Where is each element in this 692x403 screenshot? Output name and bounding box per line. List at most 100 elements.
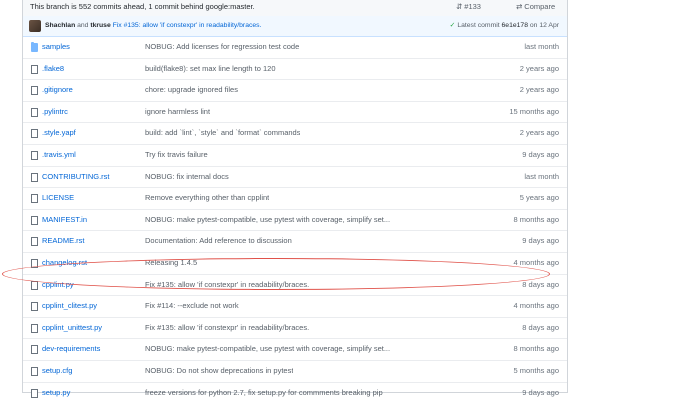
commit-message-link[interactable]: Fix #114: --exclude not work (145, 296, 239, 316)
pull-request-icon: ⇵ (456, 2, 462, 11)
file-icon (31, 281, 38, 290)
commit-age: last month (524, 167, 559, 187)
repo-file-browser: This branch is 552 commits ahead, 1 comm… (22, 0, 568, 393)
file-row[interactable]: changelog.rst Releasing 1.4.5 4 months ago (23, 252, 567, 274)
latest-commit-bar: Shachlan and tkruse Fix #135: allow 'if … (23, 16, 567, 37)
commit-age: 9 days ago (522, 231, 559, 251)
file-row[interactable]: setup.py freeze versions for python 2.7, … (23, 382, 567, 403)
file-name-link[interactable]: cpplint_unittest.py (42, 318, 102, 338)
file-row[interactable]: .pylintrc ignore harmless lint 15 months a… (23, 101, 567, 123)
commit-age: 8 days ago (522, 275, 559, 295)
avatar[interactable] (29, 20, 41, 32)
file-name-link[interactable]: samples (42, 37, 70, 57)
file-name-link[interactable]: LICENSE (42, 188, 74, 208)
commit-age: 8 days ago (522, 318, 559, 338)
file-row[interactable]: .travis.yml Try fix travis failure 9 days … (23, 144, 567, 166)
file-name-link[interactable]: .travis.yml (42, 145, 76, 165)
file-row[interactable]: LICENSE Remove everything other than cppl… (23, 187, 567, 209)
compare-icon: ⇄ (516, 2, 522, 11)
file-name-link[interactable]: .gitignore (42, 80, 73, 100)
commit-message-link[interactable]: NOBUG: make pytest-compatible, use pytes… (145, 210, 390, 230)
file-name-link[interactable]: .flake8 (42, 59, 64, 79)
file-row[interactable]: .gitignorechore: upgrade ignored files2 … (23, 79, 567, 101)
file-icon (31, 108, 38, 117)
commit-message-link[interactable]: Documentation: Add reference to discussi… (145, 231, 292, 251)
commit-message-link[interactable]: ignore harmless lint (145, 102, 210, 122)
file-row[interactable]: setup.cfg NOBUG: Do not show deprecations… (23, 360, 567, 382)
latest-commit-info: ✓Latest commit 6e1e178 on 12 Apr (450, 16, 559, 36)
file-row[interactable]: MANIFEST.in NOBUG: make pytest-compatible… (23, 209, 567, 231)
file-row[interactable]: .flake8 build(flake8): set max line lengt… (23, 58, 567, 80)
folder-icon (31, 43, 38, 52)
commit-age: 15 months ago (509, 102, 559, 122)
file-icon (31, 173, 38, 182)
commit-age: 2 years ago (520, 59, 559, 79)
commit-message-link[interactable]: NOBUG: Do not show deprecations in pytes… (145, 361, 293, 381)
file-row[interactable]: cpplint_unittest.py Fix #135: allow 'if c… (23, 317, 567, 339)
file-name-link[interactable]: setup.py (42, 383, 70, 403)
file-row[interactable]: CONTRIBUTING.rst NOBUG: fix internal docs… (23, 166, 567, 188)
file-row[interactable]: cpplint.py Fix #135: allow 'if constexpr'… (23, 274, 567, 296)
commit-age: 2 years ago (520, 123, 559, 143)
check-icon: ✓ (450, 22, 456, 29)
file-icon (31, 259, 38, 268)
file-icon (31, 194, 38, 203)
commit-message-link[interactable]: Fix #135: allow 'if constexpr' in readab… (113, 22, 262, 29)
commit-age: 5 years ago (520, 188, 559, 208)
commit-message-link[interactable]: build: add `lint`, `style` and `format` … (145, 123, 300, 143)
file-name-link[interactable]: setup.cfg (42, 361, 72, 381)
branch-status-bar: This branch is 552 commits ahead, 1 comm… (23, 0, 567, 17)
commit-message-link[interactable]: Releasing 1.4.5 (145, 253, 197, 273)
pull-request-link[interactable]: ⇵#133 (456, 0, 481, 14)
commit-message-link[interactable]: Fix #135: allow 'if constexpr' in readab… (145, 275, 309, 295)
commit-message-link[interactable]: NOBUG: fix internal docs (145, 167, 229, 187)
file-name-link[interactable]: MANIFEST.in (42, 210, 87, 230)
file-name-link[interactable]: README.rst (42, 231, 85, 251)
file-name-link[interactable]: .pylintrc (42, 102, 68, 122)
commit-author[interactable]: Shachlan (45, 22, 75, 29)
commit-age: 9 days ago (522, 145, 559, 165)
file-icon (31, 345, 38, 354)
file-name-link[interactable]: CONTRIBUTING.rst (42, 167, 110, 187)
commit-message-link[interactable]: NOBUG: Add licenses for regression test … (145, 37, 299, 57)
commit-age: 8 months ago (514, 339, 559, 359)
commit-age: 5 months ago (514, 361, 559, 381)
file-row[interactable]: README.rst Documentation: Add reference t… (23, 230, 567, 252)
file-icon (31, 216, 38, 225)
commit-age: 9 days ago (522, 383, 559, 403)
commit-coauthor[interactable]: tkruse (90, 22, 110, 29)
compare-label: Compare (524, 2, 555, 11)
commit-age: last month (524, 37, 559, 57)
file-name-link[interactable]: dev-requirements (42, 339, 100, 359)
file-name-link[interactable]: .style.yapf (42, 123, 76, 143)
commit-message-link[interactable]: Fix #135: allow 'if constexpr' in readab… (145, 318, 309, 338)
commit-message-link[interactable]: Try fix travis failure (145, 145, 208, 165)
commit-message-link[interactable]: build(flake8): set max line length to 12… (145, 59, 276, 79)
commit-message-link[interactable]: freeze versions for python 2.7, fix setu… (145, 383, 383, 403)
file-icon (31, 129, 38, 138)
file-row[interactable]: .style.yapf build: add `lint`, `style` an… (23, 122, 567, 144)
commit-age: 4 months ago (514, 253, 559, 273)
commit-message-link[interactable]: chore: upgrade ignored files (145, 80, 238, 100)
file-icon (31, 151, 38, 160)
file-icon (31, 324, 38, 333)
commit-message-link[interactable]: Remove everything other than cpplint (145, 188, 269, 208)
file-list: samples NOBUG: Add licenses for regressio… (23, 37, 567, 403)
commit-message-link[interactable]: NOBUG: make pytest-compatible, use pytes… (145, 339, 390, 359)
pull-request-number: #133 (464, 2, 481, 11)
file-name-link[interactable]: cpplint.py (42, 275, 74, 295)
compare-button[interactable]: ⇄Compare (516, 0, 555, 14)
file-icon (31, 86, 38, 95)
file-row[interactable]: cpplint_clitest.py Fix #114: --exclude no… (23, 295, 567, 317)
file-row[interactable]: dev-requirements NOBUG: make pytest-compa… (23, 338, 567, 360)
branch-status-text: This branch is 552 commits ahead, 1 comm… (30, 0, 255, 14)
file-row[interactable]: samples NOBUG: Add licenses for regressio… (23, 37, 567, 58)
file-name-link[interactable]: cpplint_clitest.py (42, 296, 97, 316)
commit-and-text: and (77, 22, 88, 29)
file-icon (31, 302, 38, 311)
commit-sha-link[interactable]: 6e1e178 (502, 22, 528, 29)
commit-authors: Shachlan and tkruse Fix #135: allow 'if … (45, 16, 261, 36)
file-icon (31, 65, 38, 74)
file-icon (31, 367, 38, 376)
file-name-link[interactable]: changelog.rst (42, 253, 87, 273)
